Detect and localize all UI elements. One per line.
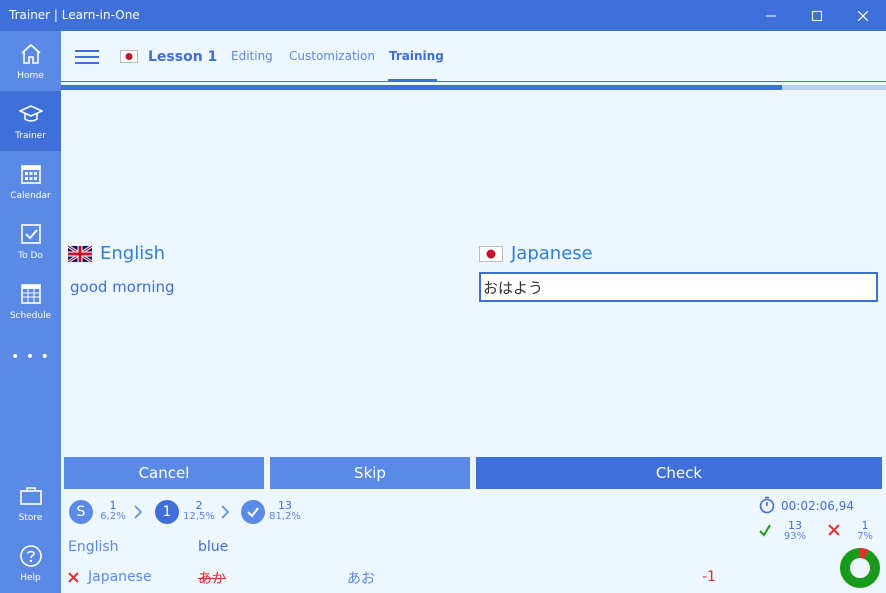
window-title: Trainer | Learn-in-One bbox=[9, 8, 140, 22]
graduation-cap-icon bbox=[19, 105, 43, 122]
lesson-progress-fill bbox=[61, 85, 783, 90]
close-icon bbox=[858, 10, 868, 21]
cancel-button[interactable]: Cancel bbox=[64, 457, 264, 489]
target-language-header: Japanese bbox=[479, 243, 593, 264]
stage-done-badge bbox=[241, 500, 265, 524]
correct-percent: 93% bbox=[783, 531, 807, 542]
schedule-icon bbox=[21, 284, 41, 304]
sidebar-item-more[interactable]: • • • bbox=[0, 331, 61, 391]
tab-customization[interactable]: Customization bbox=[289, 49, 375, 63]
divider bbox=[61, 81, 886, 82]
sidebar-item-label: Home bbox=[17, 71, 44, 81]
tab-editing[interactable]: Editing bbox=[231, 49, 273, 63]
close-button[interactable] bbox=[840, 0, 886, 31]
error-x-icon bbox=[68, 572, 79, 583]
maximize-button[interactable] bbox=[794, 0, 840, 31]
checkbox-icon bbox=[21, 224, 41, 244]
stopwatch-icon bbox=[759, 496, 775, 514]
briefcase-icon bbox=[20, 487, 42, 505]
sidebar-item-store[interactable]: Store bbox=[0, 473, 61, 533]
accuracy-donut-chart bbox=[840, 548, 880, 588]
wrong-x-icon bbox=[828, 524, 840, 536]
sidebar-item-calendar[interactable]: Calendar bbox=[0, 151, 61, 211]
sidebar-item-label: Help bbox=[20, 573, 41, 583]
lesson-title[interactable]: Lesson 1 bbox=[148, 49, 217, 65]
sidebar: Home Trainer Calendar To Do Schedule • •… bbox=[0, 31, 61, 593]
stage-s-percent: 6,2% bbox=[100, 511, 126, 522]
timer: 00:02:06,94 bbox=[781, 499, 854, 513]
more-icon: • • • bbox=[11, 349, 50, 365]
sidebar-item-todo[interactable]: To Do bbox=[0, 211, 61, 271]
main-area: Lesson 1 Editing Customization Training … bbox=[61, 31, 886, 593]
top-bar: Lesson 1 Editing Customization Training bbox=[61, 31, 886, 81]
stage-done-percent: 81,2% bbox=[269, 511, 301, 522]
minimize-icon bbox=[766, 15, 776, 16]
history-language: English bbox=[68, 539, 119, 555]
tab-training[interactable]: Training bbox=[389, 49, 444, 63]
lesson-progress-bar bbox=[61, 85, 886, 90]
japan-flag-icon bbox=[479, 245, 503, 262]
stage-s-badge: S bbox=[69, 500, 93, 524]
title-bar: Trainer | Learn-in-One bbox=[0, 0, 886, 31]
help-icon bbox=[20, 545, 42, 567]
japan-flag-icon bbox=[120, 50, 138, 63]
target-language-label: Japanese bbox=[511, 243, 593, 264]
stage-1-percent: 12,5% bbox=[183, 511, 215, 522]
stage-1-badge: 1 bbox=[155, 500, 179, 524]
sidebar-item-label: Schedule bbox=[9, 311, 52, 321]
sidebar-item-label: Store bbox=[18, 513, 43, 523]
history-delta: -1 bbox=[702, 569, 716, 585]
sidebar-item-schedule[interactable]: Schedule bbox=[0, 271, 61, 331]
history-language: Japanese bbox=[88, 569, 152, 585]
wrong-percent: 7% bbox=[857, 531, 873, 542]
uk-flag-icon bbox=[68, 245, 92, 262]
sidebar-item-trainer[interactable]: Trainer bbox=[0, 91, 61, 151]
sidebar-item-help[interactable]: Help bbox=[0, 533, 61, 593]
sidebar-item-label: To Do bbox=[18, 251, 43, 261]
hamburger-menu-icon[interactable] bbox=[75, 50, 99, 64]
history-expected-answer: あお bbox=[347, 571, 375, 587]
calendar-icon bbox=[21, 165, 41, 184]
check-button[interactable]: Check bbox=[476, 457, 882, 489]
sidebar-item-label: Calendar bbox=[10, 191, 51, 201]
minimize-button[interactable] bbox=[748, 0, 794, 31]
sidebar-item-home[interactable]: Home bbox=[0, 31, 61, 91]
history-given-answer: あか bbox=[198, 571, 226, 587]
source-language-label: English bbox=[100, 243, 165, 264]
answer-input[interactable] bbox=[479, 272, 878, 302]
source-language-header: English bbox=[68, 243, 165, 264]
sidebar-item-label: Trainer bbox=[15, 131, 46, 141]
check-icon bbox=[247, 507, 259, 518]
chevron-right-icon bbox=[134, 505, 143, 519]
prompt-text: good morning bbox=[70, 278, 175, 296]
correct-check-icon bbox=[759, 524, 771, 537]
skip-button[interactable]: Skip bbox=[270, 457, 470, 489]
home-icon bbox=[21, 43, 41, 64]
chevron-right-icon bbox=[221, 505, 230, 519]
history-value: blue bbox=[198, 539, 229, 555]
maximize-icon bbox=[812, 10, 822, 21]
